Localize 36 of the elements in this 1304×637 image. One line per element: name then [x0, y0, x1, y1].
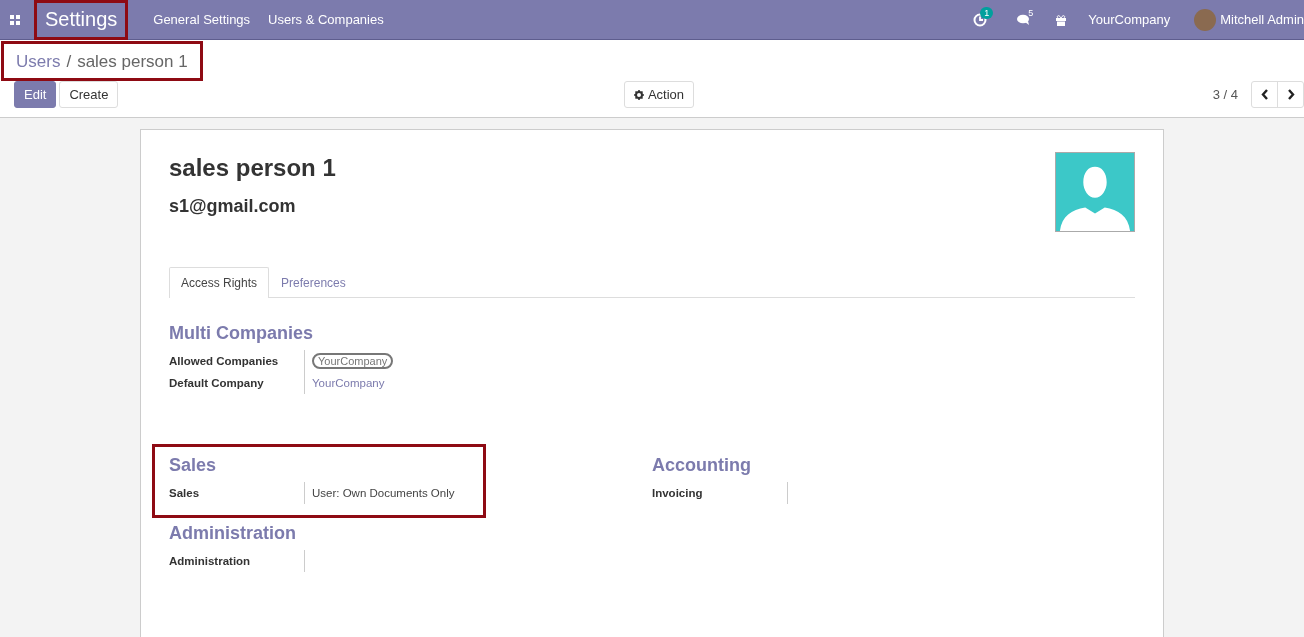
group-title: Multi Companies [169, 323, 314, 344]
company-switcher[interactable]: YourCompany [1076, 12, 1195, 27]
field-label: Sales [169, 486, 201, 501]
field-label: Allowed Companies [169, 354, 280, 369]
field-label: Invoicing [652, 486, 704, 501]
field-label: Default Company [169, 376, 265, 391]
tab[interactable]: Access Rights [169, 267, 270, 298]
group-title: Accounting [652, 455, 752, 476]
chevron-right-icon[interactable] [1286, 89, 1295, 100]
menu-item[interactable]: Users & Companies [259, 12, 393, 27]
activity-count-badge: 1 [980, 6, 994, 19]
user-silhouette-icon[interactable] [1055, 152, 1135, 232]
user-name-title: sales person 1 [169, 154, 336, 182]
company-tag[interactable]: YourCompany [312, 353, 394, 369]
chevron-left-icon[interactable] [1260, 89, 1269, 100]
action-button[interactable]: Action [623, 81, 695, 108]
company-link[interactable]: YourCompany [312, 377, 385, 389]
tab[interactable]: Preferences [269, 267, 358, 298]
group-title: Sales [169, 455, 218, 476]
breadcrumb-link[interactable]: Users [16, 52, 61, 72]
user-email: s1@gmail.com [169, 196, 297, 217]
breadcrumb-current: sales person 1 [77, 52, 188, 72]
create-button[interactable]: Create [59, 81, 119, 108]
clock-icon[interactable] [973, 12, 988, 27]
breadcrumb-separator: / [66, 52, 72, 72]
gear-icon [633, 89, 644, 100]
user-name[interactable]: Mitchell Admin [1220, 12, 1304, 27]
message-count: 5 [1028, 7, 1034, 18]
edit-button[interactable]: Edit [14, 81, 57, 108]
field-label: Administration [169, 554, 252, 569]
menu-item[interactable]: General Settings [144, 12, 260, 27]
gift-icon[interactable] [1055, 13, 1068, 26]
pager-counter: 3 / 4 [1212, 87, 1238, 102]
app-title: Settings [34, 0, 129, 40]
field-value: User: Own Documents Only [312, 487, 455, 499]
group-title: Administration [169, 523, 297, 544]
